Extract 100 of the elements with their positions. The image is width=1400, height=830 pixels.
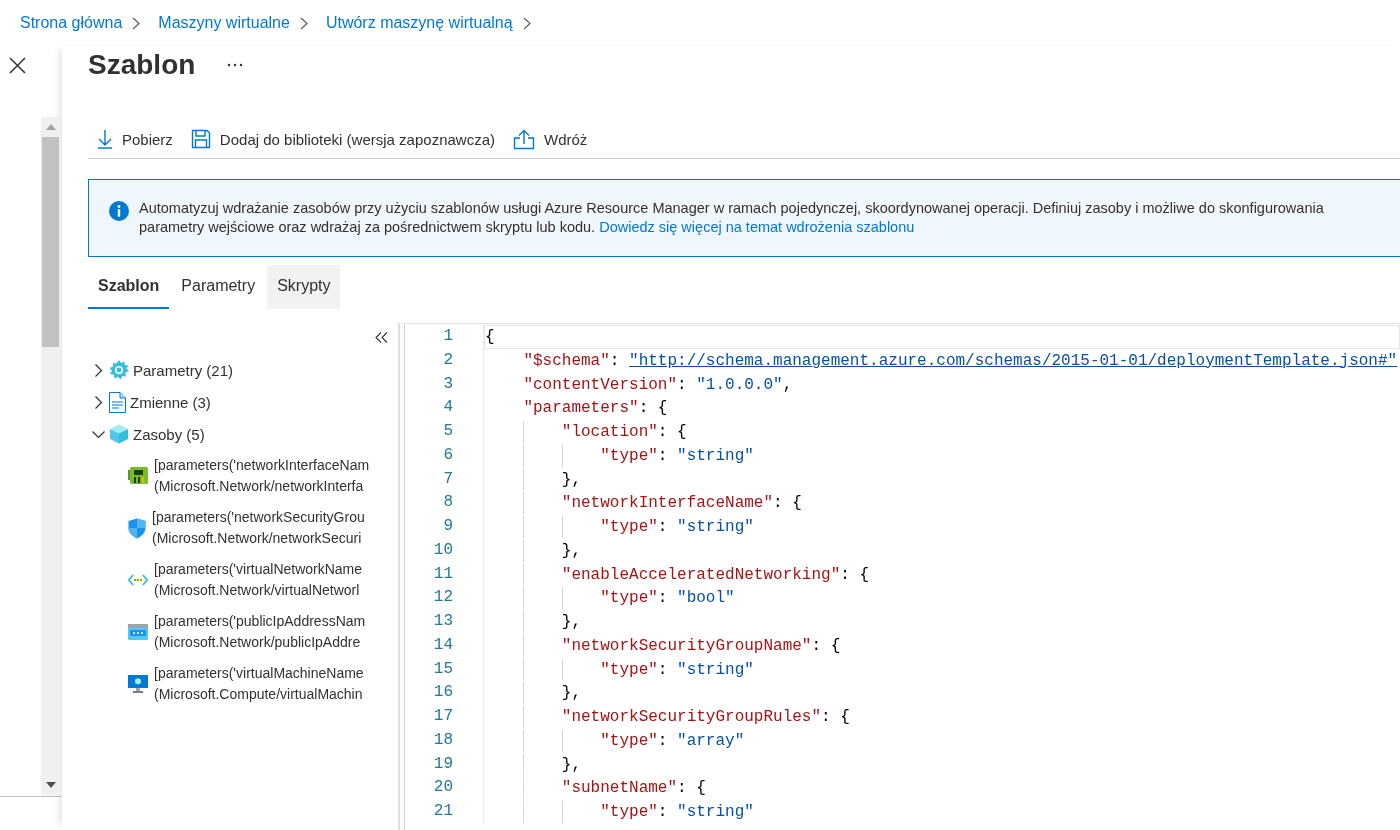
tab[interactable]: Skrypty bbox=[267, 265, 341, 309]
shield-icon bbox=[128, 517, 146, 539]
resource-name[interactable]: [parameters('virtualNetworkName bbox=[154, 559, 363, 580]
line-number: 2 bbox=[405, 348, 484, 373]
resource-type: (Microsoft.Network/publicIpAddre bbox=[154, 633, 362, 652]
code-punctuation: }, bbox=[560, 613, 581, 631]
breadcrumb-link[interactable]: Utwórz maszynę wirtualną bbox=[325, 14, 513, 32]
code-punctuation: : bbox=[609, 351, 621, 370]
line-number: 1 bbox=[405, 325, 484, 349]
resource-type: (Microsoft.Network/virtualNetworl bbox=[154, 581, 361, 600]
document-icon bbox=[109, 391, 126, 413]
code-key: "networkSecurityGroupName" bbox=[485, 636, 812, 655]
chevron-right-icon[interactable] bbox=[92, 363, 105, 377]
tree-item[interactable]: Zmienne (3) bbox=[130, 393, 211, 411]
address-card-icon bbox=[128, 624, 148, 640]
resource-type: (Microsoft.Network/networkSecuri bbox=[152, 529, 363, 548]
line-number: 10 bbox=[405, 538, 484, 563]
code-punctuation: : { bbox=[677, 779, 706, 798]
more-icon[interactable] bbox=[227, 63, 244, 67]
code-key: "location" bbox=[485, 423, 658, 441]
code-key: "enableAcceleratedNetworking" bbox=[485, 565, 841, 584]
code-punctuation: : { bbox=[840, 565, 870, 584]
line-number: 4 bbox=[405, 396, 484, 420]
info-icon bbox=[109, 201, 129, 221]
line-number: 5 bbox=[405, 420, 484, 444]
panel-title: Szablon bbox=[88, 49, 196, 81]
network-icon bbox=[128, 574, 148, 586]
resource-name[interactable]: [parameters('networkSecurityGrou bbox=[152, 507, 365, 528]
code-punctuation: }, bbox=[560, 470, 581, 489]
close-icon[interactable] bbox=[9, 57, 26, 74]
download-button[interactable]: Pobierz bbox=[88, 121, 182, 157]
code-punctuation: }, bbox=[560, 684, 581, 703]
tree-item[interactable]: Zasoby (5) bbox=[133, 425, 205, 443]
code-key: "type" bbox=[485, 660, 658, 679]
download-icon bbox=[97, 129, 113, 149]
code-punctuation: : bbox=[657, 518, 669, 536]
tab[interactable]: Parametry bbox=[171, 265, 266, 309]
resource-name[interactable]: [parameters('virtualMachineName bbox=[154, 663, 364, 684]
line-number: 7 bbox=[405, 467, 484, 492]
code-punctuation: }, bbox=[560, 541, 581, 560]
chevron-right-icon bbox=[299, 16, 308, 30]
code-link[interactable]: "http://schema.management.azure.com/schemas/2015-01-01/deploymentTemplate.json#" bbox=[629, 351, 1398, 370]
code-key: "parameters" bbox=[485, 399, 639, 418]
line-number: 9 bbox=[405, 515, 484, 539]
line-number: 13 bbox=[405, 610, 484, 634]
code-punctuation: : bbox=[677, 375, 688, 394]
resource-name[interactable]: [parameters('publicIpAddressNam bbox=[154, 611, 366, 632]
breadcrumb-link[interactable]: Maszyny wirtualne bbox=[158, 14, 290, 32]
save-icon bbox=[190, 129, 211, 149]
code-string: "string" bbox=[677, 446, 754, 465]
code-punctuation: : { bbox=[657, 423, 687, 441]
save-button[interactable]: Dodaj do biblioteki (wersja zapoznawcza) bbox=[181, 121, 504, 157]
code-punctuation: }, bbox=[560, 755, 581, 774]
tab[interactable]: Szablon bbox=[88, 265, 170, 309]
code-punctuation: : { bbox=[811, 636, 841, 655]
network-card-icon bbox=[128, 467, 148, 485]
scrollbar[interactable] bbox=[41, 117, 60, 795]
code-key: "type" bbox=[485, 731, 658, 750]
code-punctuation: , bbox=[782, 375, 793, 394]
info-message: Automatyzuj wdrażanie zasobów przy użyciu szablonów usługi Azure Resource Manager w ramach pojedynczej, skoordynowanej operacji. Definiuj zasoby i możliwe do skonfigurowania parametry wejściowe oraz wdrażaj za pośrednictwem skryptu lub kodu. Dowiedz się więcej na temat wdrożenia szablonu bbox=[139, 199, 1325, 237]
collapse-icon[interactable] bbox=[375, 332, 388, 343]
scroll-down-icon[interactable] bbox=[45, 782, 56, 788]
code-punctuation: : bbox=[657, 731, 669, 750]
resource-type: (Microsoft.Network/networkInterfa bbox=[154, 477, 365, 496]
code-punctuation: : bbox=[657, 589, 669, 608]
line-number: 18 bbox=[405, 728, 484, 753]
resource-name[interactable]: [parameters('networkInterfaceNam bbox=[154, 455, 370, 476]
learn-more-link[interactable]: Dowiedz się więcej na temat wdrożenia szablonu bbox=[599, 219, 915, 235]
line-number: 16 bbox=[405, 681, 484, 705]
code-key: "type" bbox=[485, 518, 658, 536]
resource-type: (Microsoft.Compute/virtualMachin bbox=[154, 685, 364, 704]
code-key: "type" bbox=[485, 446, 658, 465]
code-string: "string" bbox=[677, 518, 754, 536]
code-string: "array" bbox=[677, 731, 745, 750]
monitor-icon bbox=[128, 674, 148, 694]
code-key: "$schema" bbox=[485, 351, 610, 370]
code-punctuation: : { bbox=[773, 494, 802, 513]
upload-icon bbox=[513, 128, 535, 150]
code-punctuation: { bbox=[485, 328, 495, 346]
tree-item[interactable]: Parametry (21) bbox=[133, 361, 234, 379]
code-key: "type" bbox=[485, 803, 658, 821]
line-number: 14 bbox=[405, 633, 484, 658]
cube-icon bbox=[109, 424, 129, 444]
code-punctuation: : { bbox=[821, 708, 850, 726]
code-punctuation: : bbox=[657, 660, 669, 679]
upload-button[interactable]: Wdróż bbox=[504, 121, 597, 157]
chevron-right-icon[interactable] bbox=[92, 395, 105, 409]
line-number: 17 bbox=[405, 705, 484, 729]
gear-icon bbox=[109, 360, 129, 380]
breadcrumb-link[interactable]: Strona główna bbox=[20, 14, 123, 32]
code-key: "subnetName" bbox=[485, 779, 678, 798]
line-number: 20 bbox=[405, 776, 484, 800]
line-number: 8 bbox=[405, 491, 484, 515]
code-string: "string" bbox=[677, 660, 754, 679]
chevron-right-icon bbox=[522, 16, 531, 30]
code-string: "1.0.0.0" bbox=[696, 375, 783, 394]
code-key: "type" bbox=[485, 589, 658, 608]
line-number: 15 bbox=[405, 657, 484, 682]
code-key: "networkInterfaceName" bbox=[485, 494, 774, 513]
chevron-right-icon bbox=[132, 16, 141, 30]
